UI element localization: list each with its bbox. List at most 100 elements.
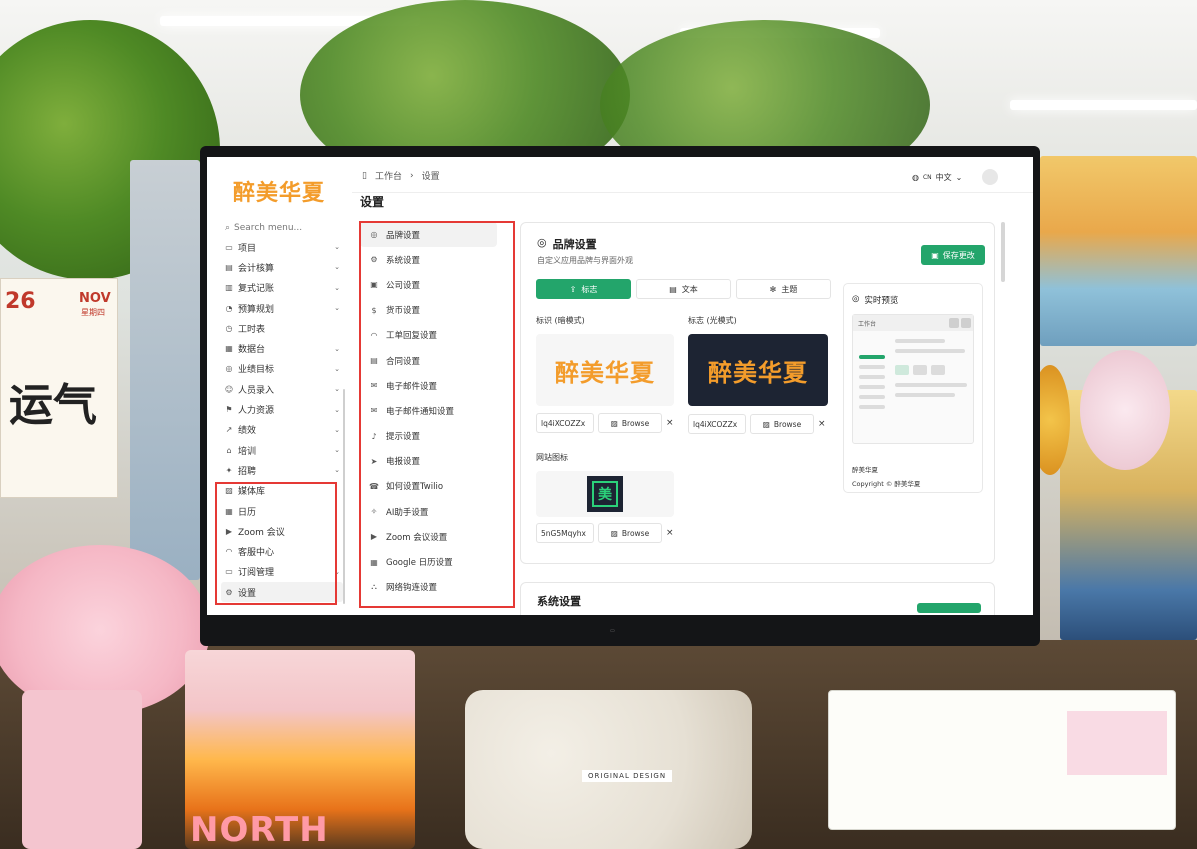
top-bar: ▯ 工作台 › 设置 ◍ CN 中文 ⌄: [352, 157, 1033, 193]
search-input[interactable]: ⌕ Search menu...: [221, 218, 341, 238]
logo-dark-label: 标识 (暗模式): [536, 316, 585, 325]
chevron-right-icon: ›: [409, 170, 414, 181]
sticky-note: [1067, 711, 1167, 775]
tab-logo[interactable]: ⇪ 标志: [536, 279, 631, 299]
browse-label: Browse: [773, 419, 802, 429]
budget-icon: ◔: [225, 303, 233, 313]
sidebar-item[interactable]: ▦ 数据台 ⌄: [221, 338, 343, 358]
preview-footer-copyright: Copyright © 醉美华夏: [852, 480, 921, 488]
mockup-bar: [895, 339, 945, 343]
tab-text[interactable]: ▤ 文本: [636, 279, 731, 299]
mockup-bar: [859, 385, 885, 389]
page-title: 设置: [360, 195, 385, 209]
palette-icon: ◎: [852, 294, 860, 304]
preview-title: ◎ 实时预览: [852, 294, 898, 306]
browse-button[interactable]: ▨ Browse: [750, 414, 814, 434]
clear-icon[interactable]: ×: [666, 418, 674, 428]
target-icon: ◎: [225, 364, 233, 374]
chevron-down-icon: ⌄: [334, 304, 340, 313]
palette-icon: ◎: [537, 236, 547, 249]
language-code: CN: [922, 174, 932, 181]
sidebar-item-label: 会计核算: [238, 263, 275, 274]
calendar-day: 26: [5, 289, 36, 314]
breadcrumb-current: 设置: [421, 172, 440, 182]
chevron-down-icon: ⌄: [334, 466, 340, 475]
user-avatar[interactable]: [982, 169, 998, 185]
sidebar-item[interactable]: ◎ 业绩目标 ⌄: [221, 359, 343, 379]
mockup-bar: [859, 395, 885, 399]
browse-button[interactable]: ▨ Browse: [598, 523, 662, 543]
chevron-down-icon: ⌄: [334, 364, 340, 373]
sidebar-item[interactable]: ▭ 项目 ⌄: [221, 237, 343, 257]
breadcrumb: ▯ 工作台 › 设置: [362, 169, 440, 183]
sidebar-item[interactable]: ⌂ 培训 ⌄: [221, 440, 343, 460]
card-title: 系统设置: [537, 595, 581, 608]
save-button[interactable]: ▣ 保存更改: [921, 245, 985, 265]
ledger-icon: ▤: [225, 262, 233, 272]
tab-theme[interactable]: ✻ 主题: [736, 279, 831, 299]
sidebar-item[interactable]: ▤ 会计核算 ⌄: [221, 257, 343, 277]
breadcrumb-home[interactable]: 工作台: [375, 169, 402, 182]
theme-icon: ✻: [769, 284, 777, 294]
browse-button[interactable]: ▨ Browse: [598, 413, 662, 433]
sidebar-toggle-icon[interactable]: ▯: [362, 171, 367, 181]
highlight-box: [215, 482, 337, 605]
mockup-bar: [859, 365, 885, 369]
mockup-bar: [895, 383, 967, 387]
sidebar-item[interactable]: ◷ 工时表: [221, 318, 343, 338]
favicon-preview-box: 美: [536, 471, 674, 517]
save-button-label: 保存更改: [942, 250, 975, 260]
search-placeholder: Search menu...: [234, 223, 303, 233]
card-title-text: 品牌设置: [552, 238, 597, 251]
favicon-glyph: 美: [592, 481, 618, 507]
logo-light-label: 标志 (光模式): [688, 316, 737, 325]
language-switcher[interactable]: ◍ CN 中文 ⌄: [912, 172, 962, 183]
document-icon: ▤: [669, 284, 677, 294]
system-settings-card: 系统设置: [520, 582, 995, 615]
calendar-text: 运气: [9, 380, 97, 431]
sidebar-item[interactable]: ✦ 招聘 ⌄: [221, 460, 343, 480]
calendar-weekday: 星期四: [81, 308, 105, 317]
clear-icon[interactable]: ×: [818, 419, 826, 429]
chevron-down-icon: ⌄: [334, 243, 340, 252]
clock-icon: ◷: [225, 323, 233, 333]
sidebar-scrollbar[interactable]: [343, 389, 345, 604]
ceiling-light: [1010, 100, 1197, 110]
sidebar-item[interactable]: ▥ 复式记账 ⌄: [221, 278, 343, 298]
sidebar-item-label: 人员录入: [238, 385, 275, 396]
logo-light-preview: 醉美华夏: [688, 334, 828, 406]
live-preview: ◎ 实时预览 工作台 醉美华夏 Copyright © 醉美华夏: [843, 283, 983, 493]
chevron-down-icon: ⌄: [334, 446, 340, 455]
content-scrollbar[interactable]: [1001, 222, 1005, 282]
brand-logo[interactable]: 醉美华夏: [233, 175, 325, 207]
favicon-label: 网站图标: [536, 453, 568, 462]
globe-icon: ◍: [912, 173, 919, 182]
mockup-block: [931, 365, 945, 375]
sidebar-item[interactable]: ⚑ 人力资源 ⌄: [221, 399, 343, 419]
clear-icon[interactable]: ×: [666, 528, 674, 538]
sidebar-item[interactable]: ↗ 绩效 ⌄: [221, 420, 343, 440]
chevron-down-icon: ⌄: [334, 344, 340, 353]
chevron-down-icon: ⌄: [334, 263, 340, 272]
search-icon: ⌕: [225, 223, 231, 233]
chevron-down-icon: ⌄: [334, 425, 340, 434]
sidebar-item-label: 数据台: [238, 345, 266, 356]
sidebar-item-label: 复式记账: [238, 284, 275, 295]
save-button[interactable]: [917, 603, 981, 613]
sidebar-item[interactable]: ☺ 人员录入 ⌄: [221, 379, 343, 399]
sidebar-item[interactable]: ◔ 预算规划 ⌄: [221, 298, 343, 318]
sidebar-item-label: 培训: [238, 446, 257, 457]
tab-label: 标志: [581, 284, 598, 294]
sidebar-item-label: 招聘: [238, 466, 257, 477]
calendar-month: NOV: [79, 291, 111, 306]
tissue-tag: ORIGINAL DESIGN: [582, 770, 673, 782]
mockup-dot: [949, 318, 959, 328]
browse-label: Browse: [621, 418, 650, 428]
logo-light-file-row: lq4iXCOZZx ▨ Browse ×: [688, 414, 826, 434]
tab-label: 主题: [781, 284, 798, 294]
sidebar-item-label: 绩效: [238, 426, 257, 437]
browse-label: Browse: [621, 528, 650, 538]
favicon-preview: 美: [587, 476, 623, 512]
brand-tabs: ⇪ 标志 ▤ 文本 ✻ 主题: [536, 279, 831, 299]
logo-light-filename: lq4iXCOZZx: [688, 414, 746, 434]
